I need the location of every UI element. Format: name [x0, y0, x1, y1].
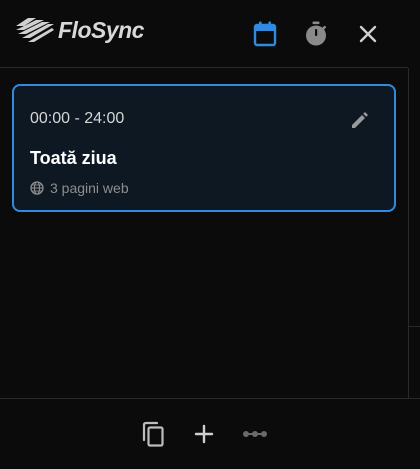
globe-icon: [30, 181, 44, 195]
calendar-button[interactable]: [251, 20, 279, 48]
app-name: FloSync: [58, 16, 144, 43]
schedule-time-range: 00:00 - 24:00: [30, 110, 125, 127]
close-button[interactable]: [354, 20, 382, 48]
schedule-meta: 3 pagini web: [30, 180, 129, 196]
footer-toolbar: [0, 398, 420, 469]
add-icon: [194, 424, 214, 444]
calendar-icon: [253, 21, 277, 47]
edit-icon: [352, 112, 368, 128]
add-button[interactable]: [189, 419, 219, 449]
schedule-title: Toată ziua: [30, 148, 117, 168]
timer-icon: [306, 21, 327, 46]
scrollbar-divider: [409, 326, 420, 327]
close-icon: [359, 25, 377, 43]
copy-icon: [142, 421, 164, 447]
more-button[interactable]: [240, 419, 270, 449]
app-logo: FloSync: [14, 16, 144, 44]
flosync-logo-icon: [16, 18, 54, 42]
scrollbar[interactable]: [408, 68, 420, 398]
schedule-card[interactable]: 00:00 - 24:00 Toată ziua 3 pagini web: [12, 84, 396, 212]
more-icon: [243, 431, 267, 437]
timer-button[interactable]: [302, 20, 330, 48]
copy-button[interactable]: [138, 419, 168, 449]
schedule-pages-count: 3 pagini web: [50, 180, 129, 196]
edit-schedule-button[interactable]: [348, 108, 372, 132]
schedule-list: 00:00 - 24:00 Toată ziua 3 pagini web: [0, 68, 408, 398]
flosync-panel: FloSync 00:00 - 24:00 Toată ziua 3 pagin…: [0, 0, 420, 469]
header-bar: FloSync: [0, 0, 408, 68]
